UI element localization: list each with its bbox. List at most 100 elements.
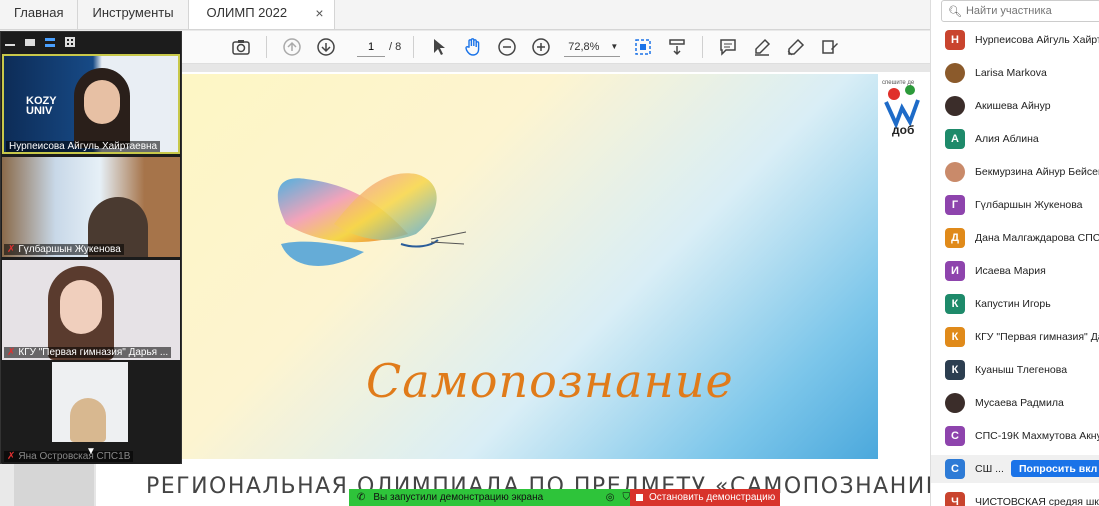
- stop-icon: [636, 494, 643, 501]
- zoom-out-icon[interactable]: [495, 35, 519, 59]
- phone-icon: ✆: [357, 492, 366, 503]
- avatar: [945, 63, 965, 83]
- participant-row[interactable]: И Исаева Мария: [945, 257, 1099, 285]
- person-avatar: [70, 398, 106, 442]
- participant-name: Гүлбаршын Жукенова: [975, 199, 1083, 211]
- share-status-text: Вы запустили демонстрацию экрана: [373, 492, 544, 503]
- video-tile[interactable]: KOZY UNIV Нурпеисова Айгуль Хайртаевна: [2, 54, 180, 154]
- participant-name: Larisa Markova: [975, 67, 1047, 79]
- speaker-view-icon[interactable]: [45, 37, 55, 47]
- participant-name: Акишева Айнур: [975, 100, 1051, 112]
- gallery-view-icon[interactable]: [65, 37, 75, 47]
- ask-to-unmute-button[interactable]: Попросить вкл: [1011, 460, 1099, 477]
- participant-row[interactable]: Larisa Markova: [945, 59, 1099, 87]
- avatar: [945, 96, 965, 116]
- participant-row[interactable]: К КГУ "Первая гимназия" Дарья: [945, 323, 1099, 351]
- sign-text: KOZY UNIV: [26, 95, 57, 117]
- participant-row[interactable]: Д Дана Малгаждарова СПС: [945, 224, 1099, 252]
- participant-row[interactable]: А Алия Аблина: [945, 125, 1099, 153]
- participant-row[interactable]: Н Нурпеисова Айгуль Хайртаевна: [945, 26, 1099, 54]
- avatar: Н: [945, 30, 965, 50]
- tile-name: ✗ КГУ "Первая гимназия" Дарья ...: [4, 347, 172, 358]
- logo-image: спешите де доб: [880, 72, 930, 138]
- app-window: Главная Инструменты ОЛИМП 2022 Доб... ×: [0, 0, 1099, 506]
- participant-name: Нурпеисова Айгуль Хайртаевна: [975, 34, 1099, 46]
- sign-icon[interactable]: [784, 35, 808, 59]
- mic-muted-icon: ✗: [7, 347, 16, 358]
- slide-title: Самопознание: [366, 354, 734, 408]
- participant-search[interactable]: 🔍︎: [941, 0, 1099, 22]
- participant-name: Мусаева Радмила: [975, 397, 1064, 409]
- person-face: [84, 80, 120, 124]
- video-panel-header: [1, 32, 181, 52]
- participant-row[interactable]: Мусаева Радмила: [945, 389, 1099, 417]
- person-face: [60, 280, 102, 334]
- stop-share-button[interactable]: Остановить демонстрацию: [630, 489, 780, 506]
- fill-sign-icon[interactable]: [818, 35, 842, 59]
- highlight-icon[interactable]: [750, 35, 774, 59]
- screen-share-bar: ✆ Вы запустили демонстрацию экрана ◎ ⛉ О…: [349, 489, 780, 506]
- participant-row[interactable]: Бекмурзина Айнур Бейсенгазы: [945, 158, 1099, 186]
- tile-name: ✗ Яна Островская СПС1В: [4, 451, 134, 462]
- avatar: С: [945, 426, 965, 446]
- participant-name: Дана Малгаждарова СПС: [975, 232, 1099, 244]
- svg-text:доб: доб: [892, 123, 914, 137]
- page-down-icon[interactable]: [314, 35, 338, 59]
- participant-row[interactable]: Акишева Айнур: [945, 92, 1099, 120]
- participant-row[interactable]: К Капустин Игорь: [945, 290, 1099, 318]
- pause-icon[interactable]: ◎: [606, 492, 615, 503]
- avatar: Ч: [945, 492, 965, 506]
- avatar: С: [945, 459, 965, 479]
- fit-page-icon[interactable]: [631, 35, 655, 59]
- zoom-value: 72,8%: [568, 40, 600, 53]
- tab-bar: Главная Инструменты ОЛИМП 2022 Доб... ×: [0, 0, 930, 48]
- video-tile[interactable]: ✗ КГУ "Первая гимназия" Дарья ...: [2, 260, 180, 360]
- participant-row[interactable]: Ч ЧИСТОВСКАЯ средяя школа: [945, 488, 1099, 506]
- participant-row[interactable]: К Куаныш Тлегенова: [945, 356, 1099, 384]
- tab-home[interactable]: Главная: [0, 0, 79, 29]
- search-icon: 🔍︎: [948, 5, 962, 18]
- tab-tools[interactable]: Инструменты: [78, 0, 189, 29]
- tile-name: ✗ Гүлбаршын Жукенова: [4, 244, 124, 255]
- shield-icon[interactable]: ⛉: [623, 492, 631, 503]
- participant-name: Капустин Игорь: [975, 298, 1051, 310]
- participants-panel: 🔍︎ Н Нурпеисова Айгуль Хайртаевна Larisa M…: [930, 0, 1099, 506]
- pdf-toolbar: / 8 72,8% ▼: [182, 31, 930, 64]
- cursor-icon[interactable]: [427, 35, 451, 59]
- chevron-down-icon: ▼: [610, 42, 619, 51]
- video-tile[interactable]: ✗ Яна Островская СПС1В ▼: [2, 362, 180, 464]
- avatar: Д: [945, 228, 965, 248]
- chevron-down-icon[interactable]: ▼: [86, 446, 96, 457]
- participant-name: СШ ...: [975, 463, 1004, 475]
- video-tile[interactable]: ✗ Гүлбаршын Жукенова: [2, 157, 180, 257]
- participant-name: Алия Аблина: [975, 133, 1039, 145]
- camera-icon[interactable]: [229, 35, 253, 59]
- participant-name: КГУ "Первая гимназия" Дарья: [975, 331, 1099, 343]
- tab-document[interactable]: ОЛИМП 2022 Доб... ×: [188, 0, 335, 48]
- video-panel: ⌃ KOZY UNIV Нурпеисова Айгуль Хайртаевна…: [0, 31, 182, 464]
- tile-name: Нурпеисова Айгуль Хайртаевна: [6, 141, 161, 152]
- minimize-icon[interactable]: [5, 44, 15, 46]
- close-icon[interactable]: ×: [315, 0, 323, 27]
- avatar: К: [945, 360, 965, 380]
- participant-name: Бекмурзина Айнур Бейсенгазы: [975, 166, 1099, 178]
- participant-name: Куаныш Тлегенова: [975, 364, 1068, 376]
- comment-icon[interactable]: [716, 35, 740, 59]
- zoom-in-icon[interactable]: [529, 35, 553, 59]
- window-icon[interactable]: [25, 38, 35, 46]
- slide-image: Самопознание: [176, 74, 878, 459]
- zoom-select[interactable]: 72,8% ▼: [564, 37, 621, 57]
- participant-row[interactable]: Г Гүлбаршын Жукенова: [945, 191, 1099, 219]
- hand-icon[interactable]: [461, 35, 485, 59]
- search-input[interactable]: [965, 5, 1096, 17]
- page-up-icon[interactable]: [280, 35, 304, 59]
- svg-text:спешите де: спешите де: [882, 80, 915, 86]
- page-number-input[interactable]: [357, 37, 385, 57]
- participant-row[interactable]: С СПС-19К Махмутова Акнур: [945, 422, 1099, 450]
- share-status: ✆ Вы запустили демонстрацию экрана ◎ ⛉: [349, 489, 630, 506]
- avatar: А: [945, 129, 965, 149]
- viewer-left-strip: [14, 462, 94, 506]
- scroll-icon[interactable]: [665, 35, 689, 59]
- participant-name: ЧИСТОВСКАЯ средяя школа: [975, 496, 1099, 506]
- avatar: И: [945, 261, 965, 281]
